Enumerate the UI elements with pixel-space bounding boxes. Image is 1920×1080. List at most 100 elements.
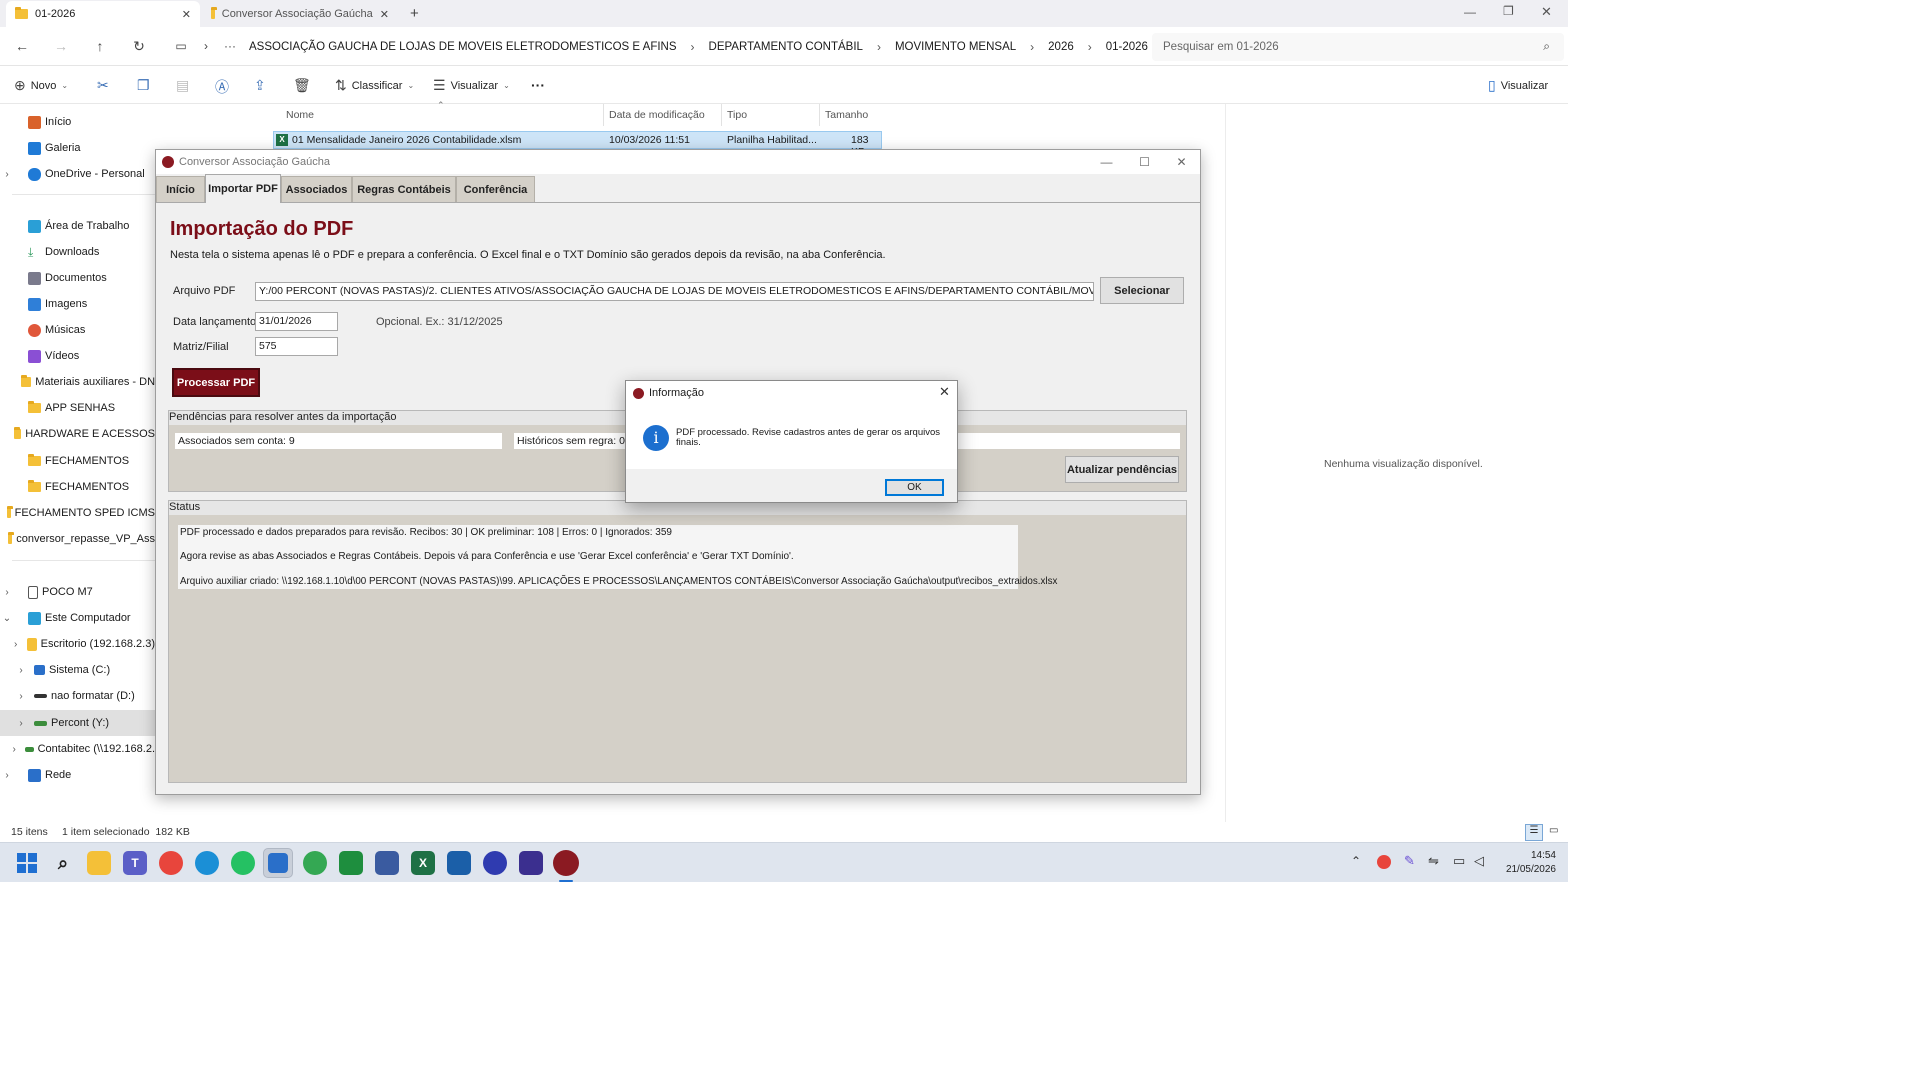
breadcrumb-item[interactable]: 01-2026 [1097,41,1157,53]
breadcrumb-item[interactable]: DEPARTAMENTO CONTÁBIL [700,41,872,53]
chevron-right-icon[interactable]: › [14,691,28,702]
chevron-right-icon[interactable]: › [0,169,14,180]
sidebar-item-drive[interactable]: › Sistema (C:) [0,657,155,683]
tab-importar-pdf[interactable]: Importar PDF [205,174,281,203]
sort-button[interactable]: ⇅ Classificar ⌄ [335,77,414,94]
new-tab-button[interactable]: + [410,5,419,22]
app-icon[interactable] [519,851,543,875]
column-header-type[interactable]: Tipo [727,104,747,126]
pdf-path-input[interactable]: Y:/00 PERCONT (NOVAS PASTAS)/2. CLIENTES… [255,282,1094,301]
chevron-right-icon[interactable]: › [0,770,14,781]
tab-regras-contabeis[interactable]: Regras Contábeis [352,176,456,202]
file-row-selected[interactable]: X 01 Mensalidade Janeiro 2026 Contabilid… [273,131,882,158]
view-button[interactable]: ☰ Visualizar ⌄ [433,77,510,94]
taskbar-active-app[interactable] [263,848,293,878]
pen-icon[interactable]: ✎ [1404,853,1415,869]
rename-icon[interactable]: Ⓐ [215,77,229,97]
sidebar-item-this-pc[interactable]: ⌄ Este Computador [0,605,155,631]
delete-icon[interactable]: 🗑 [293,77,311,94]
explorer-tab-conversor[interactable]: Conversor Associação Gaúcha ✕ [202,1,398,27]
network-icon[interactable]: ⇋ [1428,853,1439,869]
copy-icon[interactable]: ❐ [137,77,150,94]
breadcrumb-item[interactable]: ASSOCIAÇÃO GAUCHA DE LOJAS DE MOVEIS ELE… [240,41,686,53]
sidebar-item-folder[interactable]: APP SENHAS [0,395,155,421]
whatsapp-icon[interactable] [231,851,255,875]
close-tab-icon[interactable]: ✕ [380,8,389,21]
sidebar-item-drive-selected[interactable]: › Percont (Y:) [0,710,155,736]
start-icon[interactable] [15,851,39,875]
sidebar-item-folder[interactable]: FECHAMENTO SPED ICMS [0,500,155,526]
close-icon[interactable]: ✕ [939,384,950,400]
tab-associados[interactable]: Associados [281,176,352,202]
column-divider[interactable] [819,104,820,126]
paste-icon[interactable]: ▤ [176,77,189,94]
more-path-icon[interactable]: ··· [220,36,240,56]
app-icon[interactable] [483,851,507,875]
app-icon[interactable] [447,851,471,875]
chevron-right-icon[interactable]: › [9,744,18,755]
sidebar-item-phone[interactable]: › POCO M7 [0,579,155,605]
chevron-right-icon[interactable]: › [10,639,20,650]
column-divider[interactable] [603,104,604,126]
details-view-icon[interactable]: ☰ [1525,824,1543,841]
sidebar-item-documents[interactable]: Documentos [0,265,155,291]
refresh-pending-button[interactable]: Atualizar pendências [1065,456,1179,483]
search-icon[interactable]: ⌕ [51,851,75,875]
restore-icon[interactable]: ❐ [1503,4,1514,18]
sidebar-item-folder[interactable]: FECHAMENTOS [0,448,155,474]
excel-icon[interactable]: X [411,851,435,875]
edge-icon[interactable] [195,851,219,875]
sidebar-item-folder[interactable]: Materiais auxiliares - DN [0,369,155,395]
column-divider[interactable] [721,104,722,126]
share-icon[interactable]: ⇪ [254,77,266,94]
sidebar-item-onedrive[interactable]: › OneDrive - Personal [0,161,155,187]
sidebar-item-music[interactable]: Músicas [0,317,155,343]
minimize-icon[interactable]: — [1464,5,1476,19]
column-header-name[interactable]: Nome [286,104,314,126]
close-window-icon[interactable]: ✕ [1541,4,1552,20]
maximize-icon[interactable]: ☐ [1126,150,1163,174]
breadcrumb-item[interactable]: MOVIMENTO MENSAL [886,41,1025,53]
teams-icon[interactable]: T [123,851,147,875]
chrome-icon[interactable] [159,851,183,875]
explorer-tab-01-2026[interactable]: 01-2026 ✕ [6,1,200,27]
display-icon[interactable]: ▭ [1453,853,1465,869]
tab-inicio[interactable]: Início [156,176,205,202]
app-icon[interactable] [375,851,399,875]
sidebar-item-drive[interactable]: › Escritorio (192.168.2.3) [0,631,155,657]
sidebar-item-folder[interactable]: HARDWARE E ACESSOS [0,421,155,447]
sidebar-item-downloads[interactable]: ⤓ Downloads [0,239,155,265]
up-arrow-icon[interactable]: ↑ [90,36,110,56]
sidebar-item-galeria[interactable]: Galeria [0,135,155,161]
calculator-icon[interactable] [339,851,363,875]
chrome-tray-icon[interactable] [1377,855,1391,869]
breadcrumb-item[interactable]: 2026 [1039,41,1083,53]
close-tab-icon[interactable]: ✕ [182,8,191,21]
refresh-icon[interactable]: ↻ [129,36,149,56]
sidebar-item-drive[interactable]: › nao formatar (D:) [0,683,155,709]
column-header-date[interactable]: Data de modificação [609,104,705,126]
sidebar-item-network[interactable]: › Rede [0,762,155,788]
select-button[interactable]: Selecionar [1100,277,1184,304]
sidebar-item-desktop[interactable]: Área de Trabalho [0,213,155,239]
column-header-size[interactable]: Tamanho [825,104,868,126]
search-input[interactable]: Pesquisar em 01-2026 ⌕ [1152,33,1564,61]
tab-conferencia[interactable]: Conferência [456,176,535,202]
forward-arrow-icon[interactable]: → [51,36,71,56]
new-button[interactable]: ⊕ Novo ⌄ [14,77,68,94]
process-pdf-button[interactable]: Processar PDF [172,368,260,397]
chevron-up-icon[interactable]: ⌃ [1351,854,1361,868]
more-options-button[interactable]: ··· [531,77,545,93]
chevron-right-icon[interactable]: › [14,665,28,676]
chevron-right-icon[interactable]: › [0,587,14,598]
chevron-right-icon[interactable]: › [14,718,28,729]
preview-pane-button[interactable]: ▯ Visualizar [1488,77,1548,94]
branch-input[interactable]: 575 [255,337,338,356]
volume-icon[interactable]: ◁ [1474,853,1484,869]
sidebar-item-images[interactable]: Imagens [0,291,155,317]
sidebar-item-folder[interactable]: FECHAMENTOS [0,474,155,500]
converter-app-icon[interactable] [553,850,579,876]
chevron-down-icon[interactable]: ⌄ [0,613,14,624]
chrome-profile-icon[interactable] [303,851,327,875]
minimize-icon[interactable]: — [1088,150,1125,174]
